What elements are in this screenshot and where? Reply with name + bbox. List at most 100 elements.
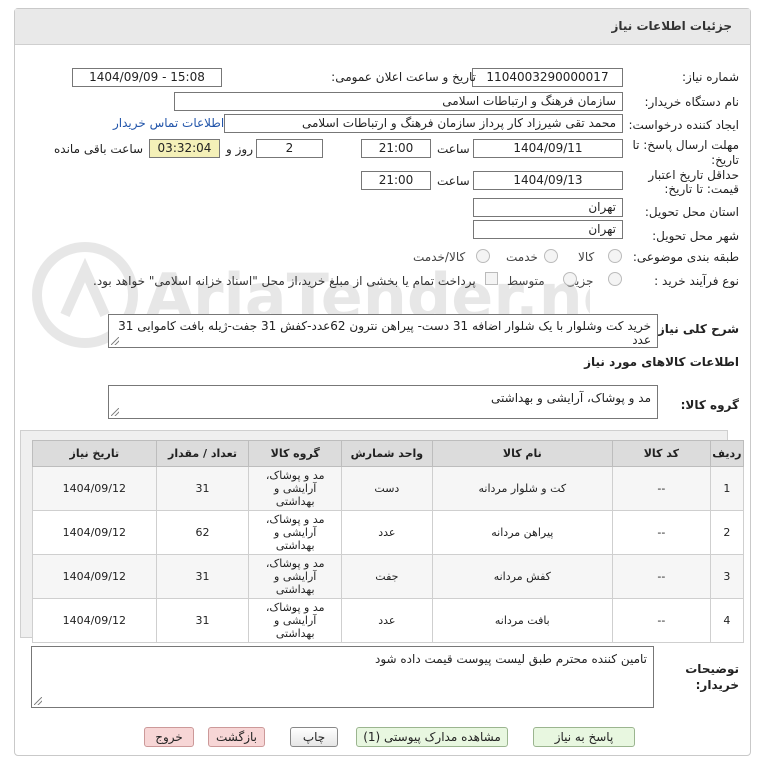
cell-code: -- <box>611 554 711 599</box>
cell-qty: 62 <box>155 510 250 555</box>
treasury-checkbox[interactable] <box>485 272 498 285</box>
validity-time-field: 21:00 <box>361 171 431 190</box>
cell-group: مد و پوشاک، آرایشی و بهداشتی <box>248 598 343 643</box>
remaining-label: ساعت باقی مانده <box>54 142 144 156</box>
announce-field: 1404/09/09 - 15:08 <box>72 68 222 87</box>
cell-date: 1404/09/12 <box>32 510 157 555</box>
cell-index: 4 <box>709 598 745 643</box>
cell-unit: عدد <box>341 510 433 555</box>
view-attachments-button[interactable]: مشاهده مدارک پیوستی (1) <box>356 727 508 747</box>
province-field: تهران <box>473 198 623 217</box>
category-radio-both[interactable] <box>476 249 490 263</box>
cell-qty: 31 <box>155 554 250 599</box>
validity-date-field: 1404/09/13 <box>473 171 623 190</box>
buyer-org-field: سازمان فرهنگ و ارتباطات اسلامی <box>174 92 623 111</box>
col-header-qty: تعداد / مقدار <box>155 440 250 467</box>
cell-group: مد و پوشاک، آرایشی و بهداشتی <box>248 554 343 599</box>
province-label: استان محل تحویل: <box>644 205 739 219</box>
validity-label-2: قیمت: تا تاریخ: <box>664 182 739 196</box>
notes-label-2: خریدار: <box>695 678 739 692</box>
need-number-field: 1104003290000017 <box>472 68 623 87</box>
deadline-time-label: ساعت <box>437 142 470 156</box>
cell-qty: 31 <box>155 598 250 643</box>
contact-info-link[interactable]: اطلاعات تماس خریدار <box>113 116 224 130</box>
col-header-date: تاریخ نیاز <box>32 440 157 467</box>
announce-label: تاریخ و ساعت اعلان عمومی: <box>331 70 476 84</box>
cell-code: -- <box>611 466 711 511</box>
cell-date: 1404/09/12 <box>32 466 157 511</box>
resize-handle[interactable] <box>111 337 119 345</box>
description-field: خرید کت وشلوار با یک شلوار اضافه 31 دست-… <box>108 314 658 348</box>
remaining-time-field: 03:32:04 <box>149 139 220 158</box>
description-text: خرید کت وشلوار با یک شلوار اضافه 31 دست-… <box>118 319 651 347</box>
back-button[interactable]: بازگشت <box>208 727 265 747</box>
need-number-label: شماره نیاز: <box>682 70 739 84</box>
category-label: طبقه بندی موضوعی: <box>632 250 739 264</box>
goods-group-value: مد و پوشاک، آرایشی و بهداشتی <box>491 391 651 405</box>
category-option-service: خدمت <box>506 250 538 264</box>
reply-button[interactable]: پاسخ به نیاز <box>533 727 635 747</box>
resize-handle[interactable] <box>111 408 119 416</box>
deadline-label-2: تاریخ: <box>711 153 739 167</box>
cell-code: -- <box>611 598 711 643</box>
notes-text: تامین کننده محترم طبق لیست پیوست قیمت دا… <box>374 652 647 666</box>
table-row[interactable]: 2 -- پیراهن مردانه عدد مد و پوشاک، آرایش… <box>32 510 745 555</box>
goods-info-title: اطلاعات کالاهای مورد نیاز <box>584 355 739 369</box>
cell-index: 1 <box>709 466 745 511</box>
notes-field: تامین کننده محترم طبق لیست پیوست قیمت دا… <box>31 646 654 708</box>
validity-time-label: ساعت <box>437 174 470 188</box>
days-field: 2 <box>256 139 323 158</box>
goods-group-field: مد و پوشاک، آرایشی و بهداشتی <box>108 385 658 419</box>
creator-label: ایجاد کننده درخواست: <box>628 118 739 132</box>
cell-group: مد و پوشاک، آرایشی و بهداشتی <box>248 510 343 555</box>
cell-code: -- <box>611 510 711 555</box>
exit-button[interactable]: خروج <box>144 727 194 747</box>
col-header-unit: واحد شمارش <box>341 440 433 467</box>
deadline-time-field: 21:00 <box>361 139 431 158</box>
cell-name: کفش مردانه <box>431 554 613 599</box>
panel-header: جزئیات اطلاعات نیاز <box>15 9 750 45</box>
description-label: شرح کلی نیاز: <box>653 322 739 336</box>
cell-name: پیراهن مردانه <box>431 510 613 555</box>
city-field: تهران <box>473 220 623 239</box>
deadline-date-field: 1404/09/11 <box>473 139 623 158</box>
col-header-code: کد کالا <box>611 440 711 467</box>
cell-group: مد و پوشاک، آرایشی و بهداشتی <box>248 466 343 511</box>
deadline-label: مهلت ارسال پاسخ: تا <box>632 138 739 152</box>
cell-unit: جفت <box>341 554 433 599</box>
city-label: شهر محل تحویل: <box>652 229 739 243</box>
purchase-type-label: نوع فرآیند خرید : <box>654 274 739 288</box>
table-row[interactable]: 3 -- کفش مردانه جفت مد و پوشاک، آرایشی و… <box>32 554 745 599</box>
cell-qty: 31 <box>155 466 250 511</box>
notes-label: توضیحات <box>685 662 739 676</box>
cell-unit: دست <box>341 466 433 511</box>
category-radio-service[interactable] <box>544 249 558 263</box>
table-row[interactable]: 4 -- بافت مردانه عدد مد و پوشاک، آرایشی … <box>32 598 745 643</box>
category-option-both: کالا/خدمت <box>413 250 466 264</box>
items-table: ردیف کد کالا نام کالا واحد شمارش گروه کا… <box>32 440 745 643</box>
cell-name: کت و شلوار مردانه <box>431 466 613 511</box>
purchase-radio-medium[interactable] <box>563 272 577 286</box>
goods-group-label: گروه کالا: <box>680 398 739 412</box>
cell-index: 2 <box>709 510 745 555</box>
table-row[interactable]: 1 -- کت و شلوار مردانه دست مد و پوشاک، آ… <box>32 466 745 511</box>
page-title: جزئیات اطلاعات نیاز <box>611 19 732 33</box>
cell-name: بافت مردانه <box>431 598 613 643</box>
cell-unit: عدد <box>341 598 433 643</box>
validity-label: حداقل تاریخ اعتبار <box>648 168 739 182</box>
payment-note: پرداخت تمام یا بخشی از مبلغ خرید،از محل … <box>93 274 476 288</box>
cell-date: 1404/09/12 <box>32 598 157 643</box>
category-option-goods: کالا <box>578 250 595 264</box>
col-header-group: گروه کالا <box>248 440 343 467</box>
purchase-radio-minor[interactable] <box>608 272 622 286</box>
table-header-row: ردیف کد کالا نام کالا واحد شمارش گروه کا… <box>32 440 745 467</box>
resize-handle[interactable] <box>34 697 42 705</box>
cell-date: 1404/09/12 <box>32 554 157 599</box>
category-radio-goods[interactable] <box>608 249 622 263</box>
col-header-index: ردیف <box>709 440 745 467</box>
col-header-name: نام کالا <box>431 440 613 467</box>
cell-index: 3 <box>709 554 745 599</box>
buyer-org-label: نام دستگاه خریدار: <box>644 95 740 109</box>
print-button[interactable]: چاپ <box>290 727 338 747</box>
days-label: روز و <box>226 142 253 156</box>
